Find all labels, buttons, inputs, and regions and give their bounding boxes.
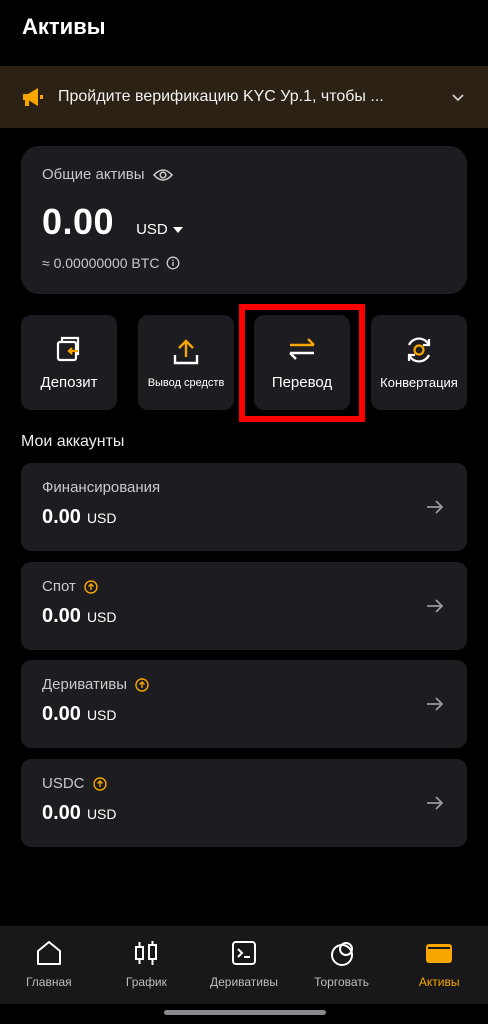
- account-balance: 0.00: [42, 506, 81, 528]
- withdraw-button[interactable]: Вывод средств: [138, 315, 234, 410]
- deposit-button[interactable]: Депозит: [21, 315, 117, 410]
- account-name: Спот: [42, 578, 76, 595]
- upload-icon: [173, 338, 199, 364]
- transfer-icon: [289, 338, 315, 360]
- account-balance: 0.00: [42, 802, 81, 824]
- quick-actions: Депозит Вывод средств Перевод Конвертаци…: [0, 315, 488, 410]
- account-name: Финансирования: [42, 479, 161, 496]
- total-assets-card: Общие активы 0.00 USD ≈ 0.00000000 BTC: [21, 146, 467, 294]
- nav-trade[interactable]: Торговать: [293, 926, 391, 1004]
- caret-down-icon: [172, 226, 183, 233]
- page-title: Активы: [22, 14, 106, 39]
- btc-equivalent: ≈ 0.00000000 BTC: [42, 255, 160, 271]
- account-card-usdc[interactable]: USDC 0.00 USD: [21, 759, 467, 847]
- home-indicator: [0, 1004, 488, 1024]
- currency-selector[interactable]: USD: [136, 221, 183, 238]
- trade-icon: [330, 942, 353, 966]
- info-icon[interactable]: [166, 256, 180, 270]
- nav-assets[interactable]: Активы: [390, 926, 488, 1004]
- kyc-banner[interactable]: Пройдите верификацию KYC Ур.1, чтобы ...: [0, 66, 488, 128]
- account-currency: USD: [86, 806, 117, 822]
- upgrade-icon: [84, 579, 98, 594]
- candlestick-icon: [135, 941, 158, 965]
- account-card-funding[interactable]: Финансирования 0.00 USD: [21, 463, 467, 551]
- account-currency: USD: [86, 609, 117, 625]
- upgrade-icon: [135, 677, 149, 692]
- account-name: USDC: [42, 775, 85, 792]
- chevron-down-icon[interactable]: [450, 89, 466, 105]
- megaphone-icon: [23, 88, 43, 106]
- my-accounts-title: Мои аккаунты: [21, 433, 125, 450]
- eye-icon[interactable]: [152, 168, 173, 182]
- account-balance: 0.00: [42, 703, 81, 725]
- account-currency: USD: [86, 707, 117, 723]
- kyc-banner-text: Пройдите верификацию KYC Ур.1, чтобы ...: [58, 88, 384, 105]
- wallet-icon: [426, 944, 453, 963]
- bottom-nav: Главная График Деривативы Торговать Акти…: [0, 926, 488, 1004]
- convert-icon: [407, 337, 431, 363]
- transfer-button[interactable]: Перевод: [254, 315, 350, 410]
- nav-chart[interactable]: График: [98, 926, 196, 1004]
- account-currency: USD: [86, 510, 117, 526]
- arrow-right-icon[interactable]: [425, 497, 445, 517]
- arrow-right-icon[interactable]: [425, 596, 445, 616]
- account-name: Деривативы: [42, 676, 128, 693]
- account-card-spot[interactable]: Спот 0.00 USD: [21, 562, 467, 650]
- arrow-right-icon[interactable]: [425, 793, 445, 813]
- terminal-icon: [231, 941, 256, 965]
- account-card-derivatives[interactable]: Деривативы 0.00 USD: [21, 660, 467, 748]
- account-balance: 0.00: [42, 605, 81, 627]
- upgrade-icon: [92, 776, 107, 791]
- deposit-icon: [56, 336, 80, 362]
- arrow-right-icon[interactable]: [425, 694, 445, 714]
- total-assets-amount: 0.00: [42, 201, 115, 242]
- home-icon: [36, 941, 61, 965]
- convert-button[interactable]: Конвертация: [371, 315, 467, 410]
- nav-derivatives[interactable]: Деривативы: [195, 926, 293, 1004]
- total-assets-label: Общие активы: [42, 166, 145, 183]
- nav-home[interactable]: Главная: [0, 926, 98, 1004]
